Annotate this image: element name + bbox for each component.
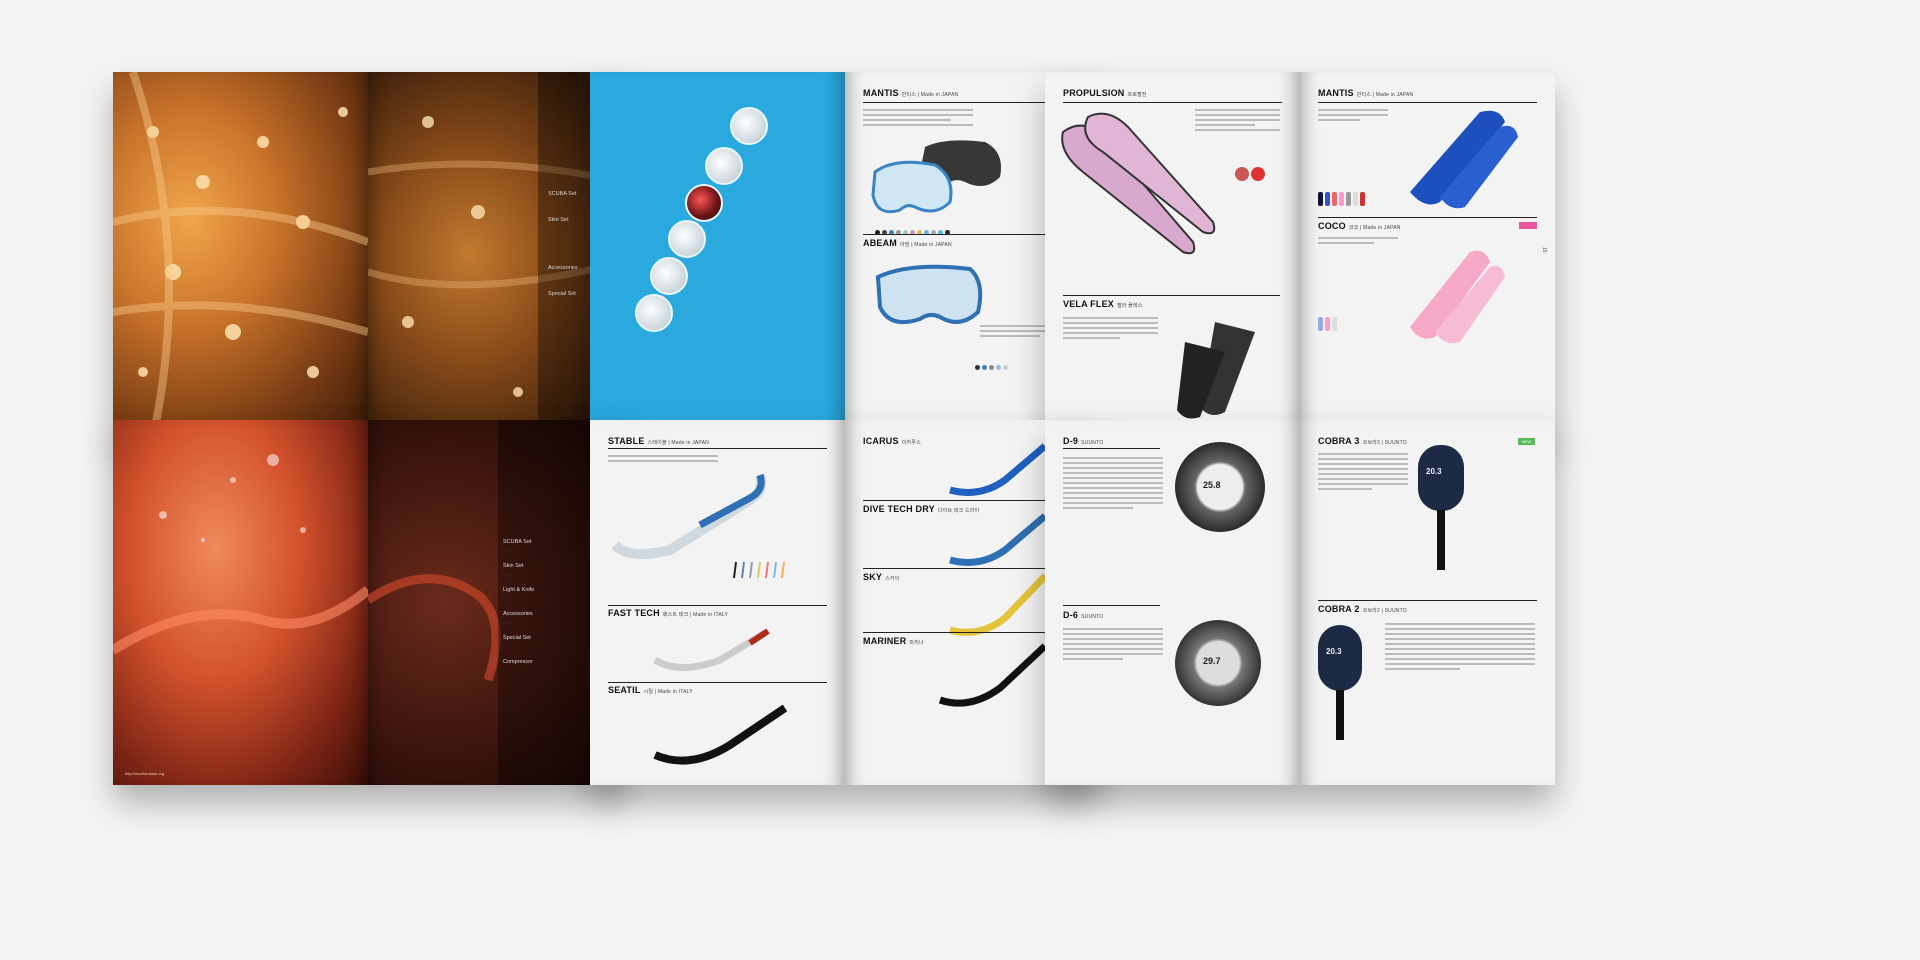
coral-photo-left: [113, 72, 368, 437]
product-description: [1063, 625, 1163, 663]
product-description: [1318, 234, 1398, 247]
menu-item: Special Set: [548, 291, 576, 297]
product-title-seatil: SEATIL 시틸 | Made in ITALY: [608, 685, 693, 695]
cobra3-console: 20.3: [1418, 445, 1464, 511]
computers-right-page: COBRA 3 코브라3 | SUUNTO NEW 20.3 COBRA 2 코브라…: [1300, 420, 1555, 785]
mask-detail-photo: [705, 147, 743, 185]
coco-color-variants: [1318, 317, 1339, 336]
page-number: 15: [1541, 247, 1547, 253]
product-title-stable: STABLE 스테이블 | Made in JAPAN: [608, 436, 709, 446]
watch-display: 25.8: [1203, 480, 1221, 490]
product-title-propulsion: PROPULSION 프로펄전: [1063, 88, 1147, 98]
catalog-spread-masks: MANTIS 만티스 | Made in JAPAN ABEAM 아빔 | Made…: [590, 72, 1100, 437]
product-badge: [1519, 222, 1537, 229]
abeam-color-variants: [975, 357, 1010, 375]
blue-panel-page: [590, 72, 845, 437]
menu-item: Special Set: [503, 635, 531, 641]
d9-watch: 25.8: [1175, 442, 1265, 532]
new-badge: NEW: [1517, 438, 1535, 445]
product-description: [1318, 450, 1408, 493]
stable-snorkel-image: [611, 473, 767, 559]
product-title-cobra2: COBRA 2 코브라2 | SUUNTO: [1318, 604, 1407, 614]
sky-snorkel-image: [949, 573, 1048, 636]
product-title-mantis: MANTIS 만티스 | Made in JAPAN: [863, 88, 959, 98]
menu-item: Light & Knife: [503, 587, 535, 593]
product-description: [1063, 454, 1163, 512]
product-title-mantis-fin: MANTIS 만티스 | Made in JAPAN: [1318, 88, 1414, 98]
product-description: [1063, 314, 1158, 342]
product-title-mariner: MARINER 마리너: [863, 636, 924, 646]
section-menu: SCUBA Set · · · · · Skin Set · · · · Lig…: [503, 539, 535, 665]
mariner-snorkel-image: [938, 643, 1048, 707]
catalog-spread-snorkels: STABLE 스테이블 | Made in JAPAN FAST TECH 패스트 …: [590, 420, 1100, 785]
catalog-spread-fins: PROPULSION 프로펄전 VELA FLEX 벨라 플렉스 MANTIS 만티스…: [1045, 72, 1555, 437]
red-photo-right: SCUBA Set · · · · · Skin Set · · · · Lig…: [368, 420, 623, 785]
catalog-spread-coral: SCUBA Set · · · · · Skin Set · · · Acces…: [113, 72, 623, 437]
product-title-sky: SKY 스카이: [863, 572, 900, 582]
seatil-snorkel-image: [653, 704, 788, 765]
product-title-cobra3: COBRA 3 코브라3 | SUUNTO: [1318, 436, 1407, 446]
product-description: [863, 106, 973, 129]
computers-left-page: D-9 SUUNTO 25.8 D-6 SUUNTO 29.7: [1045, 420, 1300, 785]
fin-color-variants: [1318, 192, 1367, 211]
menu-item: SCUBA Set: [503, 539, 532, 545]
fins-right-page: MANTIS 만티스 | Made in JAPAN COCO 코코 | Made …: [1300, 72, 1555, 437]
icarus-snorkel-image: [949, 443, 1048, 496]
menu-item: Accessories: [503, 611, 533, 617]
vela-flex-fins-image: [1177, 322, 1255, 419]
mantis-mask-image: [871, 140, 1001, 214]
abeam-mask-image: [875, 264, 983, 324]
red-bokeh-image: [113, 454, 368, 655]
product-title-d9: D-9 SUUNTO: [1063, 436, 1104, 446]
coco-fins-image: [1410, 250, 1505, 344]
product-description: [1385, 620, 1535, 673]
menu-item: Skin Set: [503, 563, 524, 569]
product-title-vela-flex: VELA FLEX 벨라 플렉스: [1063, 299, 1143, 309]
menu-item: Accessories: [548, 265, 578, 271]
coral-photo-right: SCUBA Set · · · · · Skin Set · · · Acces…: [368, 72, 623, 437]
cobra2-console: 20.3: [1318, 625, 1362, 691]
product-title-icarus: ICARUS 이카루스: [863, 436, 921, 446]
menu-item: Compressor: [503, 659, 533, 665]
mask-detail-photo: [635, 294, 673, 332]
snorkels-left-page: STABLE 스테이블 | Made in JAPAN FAST TECH 패스트 …: [590, 420, 845, 785]
d6-watch: 29.7: [1175, 620, 1261, 706]
product-title-d6: D-6 SUUNTO: [1063, 610, 1104, 620]
menu-item: SCUBA Set: [548, 191, 577, 197]
console-display: 20.3: [1326, 647, 1342, 656]
product-description: [1318, 106, 1388, 124]
cobra3-hose: [1437, 510, 1445, 570]
propulsion-fins-image: [1061, 112, 1216, 255]
section-menu: SCUBA Set · · · · · Skin Set · · · Acces…: [548, 191, 578, 297]
catalog-spread-computers: D-9 SUUNTO 25.8 D-6 SUUNTO 29.7 COBRA 3 코브라…: [1045, 420, 1555, 785]
catalog-spread-red: http://mvdivinduse.org SCUBA Set · · · ·…: [113, 420, 623, 785]
red-bokeh-image-right: [368, 420, 623, 785]
fins-left-page: PROPULSION 프로펄전 VELA FLEX 벨라 플렉스: [1045, 72, 1300, 437]
dive-tech-dry-snorkel-image: [949, 513, 1048, 566]
console-display: 20.3: [1426, 467, 1442, 476]
mantis-fins-image: [1410, 110, 1518, 209]
footer-url: http://mvdivinduse.org: [125, 771, 165, 776]
mask-detail-photo: [668, 220, 706, 258]
product-title-coco: COCO 코코 | Made in JAPAN: [1318, 221, 1401, 231]
fast-tech-snorkel-image: [653, 628, 770, 671]
fin-color-chips: [1235, 167, 1267, 186]
cobra2-hose: [1336, 690, 1344, 740]
watch-display: 29.7: [1203, 656, 1221, 666]
mask-detail-photo: [685, 184, 723, 222]
product-title-fast-tech: FAST TECH 패스트 테크 | Made in ITALY: [608, 608, 729, 618]
mask-detail-photo: [730, 107, 768, 145]
mask-detail-photo: [650, 257, 688, 295]
menu-item: Skin Set: [548, 217, 569, 223]
coral-polyps-image-right: [368, 72, 623, 437]
stable-color-variants: [730, 560, 800, 585]
red-photo-left: http://mvdivinduse.org: [113, 420, 368, 785]
product-title-abeam: ABEAM 아빔 | Made in JAPAN: [863, 238, 952, 248]
coral-polyps-image: [113, 72, 368, 437]
